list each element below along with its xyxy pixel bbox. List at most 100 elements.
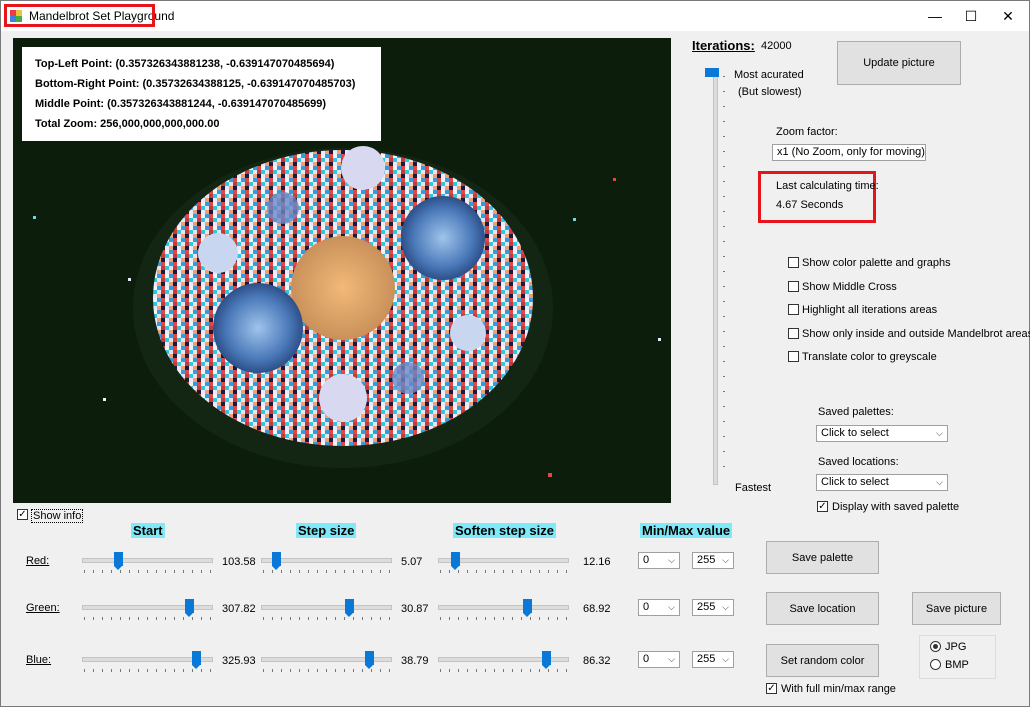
iterations-label: Iterations: <box>692 38 755 53</box>
option-label-palette: Show color palette and graphs <box>802 257 951 269</box>
step-slider-ticks <box>263 617 392 620</box>
start-slider-thumb[interactable] <box>192 651 201 669</box>
display-saved-palette-label: Display with saved palette <box>832 501 960 513</box>
option-checkbox-highlight[interactable] <box>788 304 799 315</box>
start-value: 103.58 <box>222 556 256 568</box>
update-picture-button[interactable]: Update picture <box>837 41 961 85</box>
soften-value: 12.16 <box>583 556 611 568</box>
step-slider-ticks <box>263 669 392 672</box>
chevron-down-icon: ⌵ <box>668 602 675 612</box>
max-value-select[interactable]: 255 ⌵ <box>692 651 734 668</box>
option-label-middle-cross: Show Middle Cross <box>802 281 897 293</box>
top-left-point: Top-Left Point: (0.357326343881238, -0.6… <box>35 58 335 70</box>
title-bar: Mandelbrot Set Playground — ☐ ✕ <box>1 1 1029 31</box>
iterations-value: 42000 <box>761 40 792 52</box>
chevron-down-icon: ⌵ <box>722 654 729 664</box>
save-picture-button[interactable]: Save picture <box>912 592 1001 625</box>
row-label: Blue: <box>26 654 52 666</box>
min-value-select[interactable]: 0 ⌵ <box>638 651 680 668</box>
full-range-checkbox[interactable]: ✓ <box>766 683 777 694</box>
saved-palettes-select[interactable]: Click to select ⌵ <box>816 425 948 442</box>
chevron-down-icon: ⌵ <box>936 477 943 487</box>
max-value: 255 <box>697 554 716 566</box>
zoom-factor-value: x1 (No Zoom, only for moving) <box>777 146 925 158</box>
iterations-slider-track[interactable] <box>713 71 718 485</box>
save-palette-button[interactable]: Save palette <box>766 541 879 574</box>
step-slider-track[interactable] <box>261 605 392 610</box>
chevron-down-icon: ⌵ <box>936 428 943 438</box>
min-value-select[interactable]: 0 ⌵ <box>638 599 680 616</box>
random-color-button[interactable]: Set random color <box>766 644 879 677</box>
step-slider-ticks <box>263 570 392 573</box>
column-start-header: Start <box>131 523 165 538</box>
option-checkbox-inside-outside[interactable] <box>788 328 799 339</box>
chevron-down-icon: ⌵ <box>914 147 921 157</box>
min-value-select[interactable]: 0 ⌵ <box>638 552 680 569</box>
maximize-button[interactable]: ☐ <box>952 1 990 31</box>
iterations-slider-thumb[interactable] <box>705 68 719 77</box>
jpg-label: JPG <box>945 641 967 653</box>
step-slider-thumb[interactable] <box>365 651 374 669</box>
maximize-icon: ☐ <box>964 7 978 24</box>
min-value: 0 <box>643 601 650 613</box>
middle-point: Middle Point: (0.357326343881244, -0.639… <box>35 98 327 110</box>
min-value: 0 <box>643 653 650 665</box>
saved-locations-select[interactable]: Click to select ⌵ <box>816 474 948 491</box>
info-overlay: Top-Left Point: (0.357326343881238, -0.6… <box>22 47 381 141</box>
calc-time-label: Last calculating time: <box>776 180 879 192</box>
soften-slider-thumb[interactable] <box>542 651 551 669</box>
iterations-slider-ticks <box>723 76 725 481</box>
option-checkbox-middle-cross[interactable] <box>788 281 799 292</box>
step-value: 30.87 <box>401 603 429 615</box>
soften-slider-ticks <box>440 617 569 620</box>
start-slider-thumb[interactable] <box>185 599 194 617</box>
minimize-button[interactable]: — <box>916 1 954 31</box>
soften-value: 86.32 <box>583 655 611 667</box>
max-value-select[interactable]: 255 ⌵ <box>692 599 734 616</box>
chevron-down-icon: ⌵ <box>668 555 675 565</box>
start-slider-track[interactable] <box>82 558 213 563</box>
soften-slider-thumb[interactable] <box>523 599 532 617</box>
soften-slider-track[interactable] <box>438 605 569 610</box>
step-value: 38.79 <box>401 655 429 667</box>
start-slider-thumb[interactable] <box>114 552 123 570</box>
option-checkbox-greyscale[interactable] <box>788 351 799 362</box>
option-label-highlight: Highlight all iterations areas <box>802 304 938 316</box>
slowest-label: (But slowest) <box>738 86 802 98</box>
close-button[interactable]: ✕ <box>989 1 1027 31</box>
step-slider-thumb[interactable] <box>345 599 354 617</box>
show-info-checkbox[interactable]: ✓ <box>17 509 28 520</box>
option-label-greyscale: Translate color to greyscale <box>802 351 937 363</box>
step-slider-thumb[interactable] <box>272 552 281 570</box>
saved-locations-label: Saved locations: <box>818 456 899 468</box>
jpg-radio[interactable] <box>930 641 941 652</box>
row-label: Red: <box>26 555 50 567</box>
save-location-button[interactable]: Save location <box>766 592 879 625</box>
saved-palettes-value: Click to select <box>821 427 889 439</box>
option-checkbox-palette[interactable] <box>788 257 799 268</box>
column-step-header: Step size <box>296 523 357 538</box>
start-value: 325.93 <box>222 655 256 667</box>
most-accurate-label: Most acurated <box>734 69 804 81</box>
fastest-label: Fastest <box>735 482 772 494</box>
soften-slider-thumb[interactable] <box>451 552 460 570</box>
bmp-radio[interactable] <box>930 659 941 670</box>
chevron-down-icon: ⌵ <box>722 555 729 565</box>
calc-time-value: 4.67 Seconds <box>776 199 844 211</box>
bmp-label: BMP <box>945 659 969 671</box>
zoom-factor-label: Zoom factor: <box>776 126 838 138</box>
start-value: 307.82 <box>222 603 256 615</box>
soften-value: 68.92 <box>583 603 611 615</box>
min-value: 0 <box>643 554 650 566</box>
chevron-down-icon: ⌵ <box>668 654 675 664</box>
soften-slider-ticks <box>440 669 569 672</box>
start-slider-ticks <box>84 617 213 620</box>
max-value-select[interactable]: 255 ⌵ <box>692 552 734 569</box>
minimize-icon: — <box>928 8 942 24</box>
calc-time-highlight-box <box>758 171 876 223</box>
column-minmax-header: Min/Max value <box>640 523 733 538</box>
display-saved-palette-checkbox[interactable]: ✓ <box>817 501 828 512</box>
start-slider-ticks <box>84 669 213 672</box>
step-value: 5.07 <box>401 556 423 568</box>
zoom-factor-select[interactable]: x1 (No Zoom, only for moving) ⌵ <box>772 144 926 161</box>
